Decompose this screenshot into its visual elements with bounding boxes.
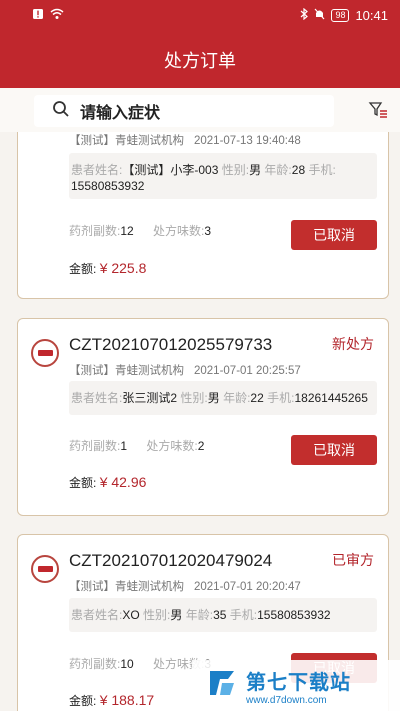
alert-icon	[32, 8, 44, 23]
order-card[interactable]: CZT202107012025579733 新处方 【测试】青蛙测试机构 2021…	[17, 318, 389, 516]
order-card[interactable]: 【测试】青蛙测试机构 2021-07-13 19:40:48 患者姓名:【测试】小…	[17, 132, 389, 299]
dose-info: 药剂副数:12 处方味数:3	[69, 224, 212, 238]
watermark-logo-icon	[206, 667, 238, 704]
amount: 金额: ¥ 225.8	[69, 260, 147, 276]
order-number: CZT202107012020479024	[69, 551, 273, 570]
amount: 金额: ¥ 42.96	[69, 474, 147, 490]
patient-info: 患者姓名:【测试】小李-003 性别:男 年龄:28 手机: 155808539…	[69, 153, 377, 199]
clinic-logo-icon	[31, 555, 59, 583]
order-status: 已审方	[332, 552, 374, 568]
filter-icon[interactable]	[368, 100, 388, 120]
app-header: 98 10:41 处方订单	[0, 0, 400, 88]
watermark-title: 第七下载站	[246, 671, 351, 694]
org-line: 【测试】青蛙测试机构 2021-07-01 20:20:47	[69, 581, 301, 593]
order-number: CZT202107012025579733	[69, 335, 273, 354]
page-title: 处方订单	[164, 51, 236, 71]
watermark-url: www.d7down.com	[246, 694, 327, 706]
search-bar: 请输入症状	[0, 88, 400, 132]
search-icon	[52, 100, 70, 123]
cancelled-button[interactable]: 已取消	[291, 435, 377, 465]
search-placeholder: 请输入症状	[80, 105, 161, 122]
clinic-logo-icon	[31, 339, 59, 367]
bluetooth-icon	[300, 7, 309, 23]
order-status: 新处方	[332, 336, 374, 352]
site-watermark: 第七下载站 www.d7down.com	[192, 660, 400, 711]
search-input[interactable]: 请输入症状	[34, 95, 334, 127]
status-bar: 98 10:41	[0, 6, 400, 26]
dose-info: 药剂副数:1 处方味数:2	[69, 439, 205, 453]
dose-info: 药剂副数:10 处方味数:3	[69, 657, 211, 671]
battery-indicator: 98	[331, 9, 350, 22]
amount: 金额: ¥ 188.17	[69, 692, 155, 708]
mute-icon	[314, 8, 325, 23]
wifi-icon	[50, 8, 64, 23]
org-line: 【测试】青蛙测试机构 2021-07-01 20:25:57	[69, 365, 301, 377]
org-line: 【测试】青蛙测试机构 2021-07-13 19:40:48	[69, 135, 301, 147]
clock: 10:41	[355, 8, 388, 23]
patient-info: 患者姓名:XO 性别:男 年龄:35 手机:15580853932	[69, 598, 377, 632]
patient-info: 患者姓名:张三测试2 性别:男 年龄:22 手机:18261445265	[69, 381, 377, 415]
cancelled-button[interactable]: 已取消	[291, 220, 377, 250]
order-list: 【测试】青蛙测试机构 2021-07-13 19:40:48 患者姓名:【测试】小…	[0, 132, 400, 711]
